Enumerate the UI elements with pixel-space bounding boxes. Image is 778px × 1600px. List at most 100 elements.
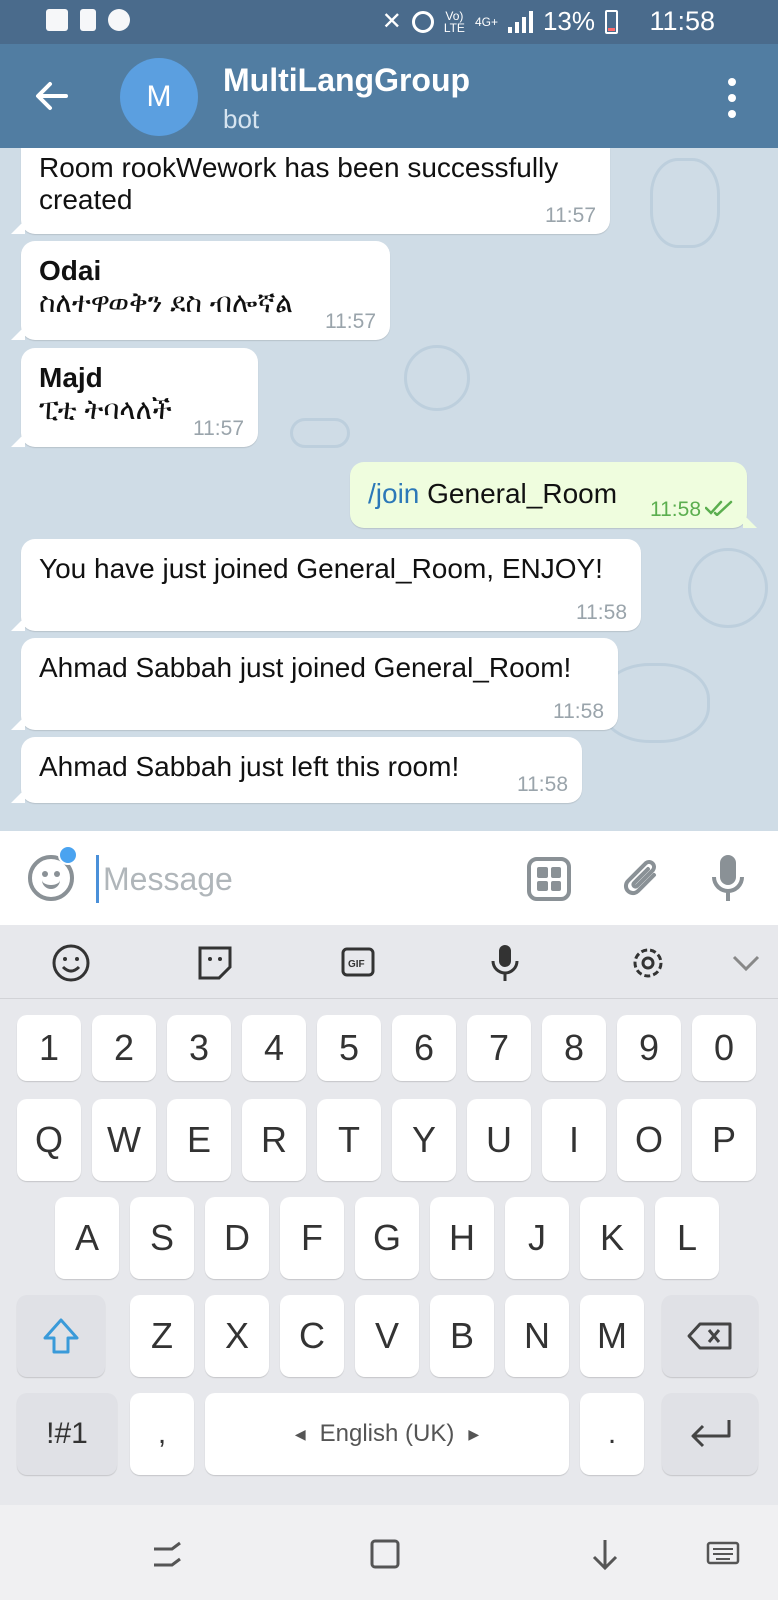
alert-icon — [80, 9, 96, 31]
message-bubble[interactable]: Ahmad Sabbah just left this room! 11:58 — [11, 737, 582, 803]
mute-icon: ✕ — [381, 8, 402, 35]
message-bubble[interactable]: You have just joined General_Room, ENJOY… — [11, 539, 641, 631]
back-arrow-icon[interactable] — [30, 74, 74, 118]
message-time: 11:58 — [576, 601, 627, 624]
key-4[interactable]: 4 — [242, 1015, 306, 1081]
home-icon[interactable] — [368, 1537, 402, 1571]
key-e[interactable]: E — [167, 1099, 231, 1181]
message-text: You have just joined General_Room, ENJOY… — [39, 553, 603, 584]
sticker-icon[interactable] — [195, 943, 235, 983]
message-bubble[interactable]: Odai ስለተዋወቅን ደስ ብሎኛል 11:57 — [11, 241, 390, 340]
space-bar[interactable]: ◀ English (UK) ▶ — [205, 1393, 569, 1475]
key-g[interactable]: G — [355, 1197, 419, 1279]
volte-icon: Vo) LTE — [443, 8, 465, 35]
key-a[interactable]: A — [55, 1197, 119, 1279]
backspace-key[interactable] — [662, 1295, 758, 1377]
key-0[interactable]: 0 — [692, 1015, 756, 1081]
symbols-key[interactable]: !#1 — [17, 1393, 117, 1475]
command-link[interactable]: /join — [368, 478, 419, 509]
key-q[interactable]: Q — [17, 1099, 81, 1181]
chat-title[interactable]: MultiLangGroup — [223, 62, 470, 99]
network-type: 4G+ — [474, 14, 498, 29]
key-h[interactable]: H — [430, 1197, 494, 1279]
more-options-icon[interactable] — [726, 78, 738, 118]
notification-dot — [58, 845, 78, 865]
keyboard-toolbar: GIF — [0, 925, 778, 999]
collapse-icon[interactable] — [726, 943, 766, 983]
key-7[interactable]: 7 — [467, 1015, 531, 1081]
key-c[interactable]: C — [280, 1295, 344, 1377]
message-bubble[interactable]: Ahmad Sabbah just joined General_Room! 1… — [11, 638, 618, 730]
key-x[interactable]: X — [205, 1295, 269, 1377]
key-8[interactable]: 8 — [542, 1015, 606, 1081]
message-time: 11:58 — [517, 773, 568, 796]
key-t[interactable]: T — [317, 1099, 381, 1181]
message-text: ስለተዋወቅን ደስ ብሎኛል — [39, 287, 293, 318]
message-text: Ahmad Sabbah just left this room! — [39, 751, 460, 782]
key-2[interactable]: 2 — [92, 1015, 156, 1081]
outgoing-message-bubble[interactable]: /join General_Room 11:58 — [350, 462, 757, 528]
space-language-label: English (UK) — [319, 1420, 455, 1447]
emoji-icon[interactable] — [51, 943, 91, 983]
background-pattern — [404, 345, 470, 411]
key-i[interactable]: I — [542, 1099, 606, 1181]
message-input[interactable] — [96, 855, 496, 903]
key-k[interactable]: K — [580, 1197, 644, 1279]
key-j[interactable]: J — [505, 1197, 569, 1279]
avatar[interactable]: M — [120, 58, 198, 136]
message-composer — [0, 831, 778, 925]
message-bubble[interactable]: Room rookWework has been successfully cr… — [11, 148, 610, 234]
settings-icon[interactable] — [628, 943, 668, 983]
message-text: General_Room — [427, 478, 618, 509]
message-time: 11:57 — [545, 204, 596, 227]
voice-input-icon[interactable] — [485, 943, 525, 983]
key-u[interactable]: U — [467, 1099, 531, 1181]
key-3[interactable]: 3 — [167, 1015, 231, 1081]
key-6[interactable]: 6 — [392, 1015, 456, 1081]
chat-subtitle: bot — [223, 104, 260, 134]
key-m[interactable]: M — [580, 1295, 644, 1377]
period-key[interactable]: . — [580, 1393, 644, 1475]
enter-key[interactable] — [662, 1393, 758, 1475]
key-v[interactable]: V — [355, 1295, 419, 1377]
key-5[interactable]: 5 — [317, 1015, 381, 1081]
recent-apps-icon[interactable] — [150, 1537, 184, 1571]
back-down-icon[interactable] — [588, 1537, 622, 1571]
enter-icon — [691, 1420, 731, 1448]
battery-percent: 13% — [542, 6, 595, 36]
message-sender: Majd — [39, 362, 103, 393]
attach-icon[interactable] — [620, 855, 664, 903]
backspace-icon — [687, 1322, 732, 1350]
on-screen-keyboard: GIF 1 2 3 4 5 6 7 8 9 0 Q W E R T Y U I … — [0, 925, 778, 1505]
notification-icons — [46, 9, 130, 31]
message-sender: Odai — [39, 255, 102, 286]
signal-icon — [507, 10, 533, 33]
message-list[interactable]: Room rookWework has been successfully cr… — [0, 148, 778, 831]
key-9[interactable]: 9 — [617, 1015, 681, 1081]
key-b[interactable]: B — [430, 1295, 494, 1377]
key-p[interactable]: P — [692, 1099, 756, 1181]
key-1[interactable]: 1 — [17, 1015, 81, 1081]
clock: 11:58 — [649, 6, 715, 36]
key-y[interactable]: Y — [392, 1099, 456, 1181]
key-f[interactable]: F — [280, 1197, 344, 1279]
keyboard-switch-icon[interactable] — [706, 1537, 740, 1571]
microphone-icon[interactable] — [710, 853, 746, 905]
shift-key[interactable] — [17, 1295, 105, 1377]
key-r[interactable]: R — [242, 1099, 306, 1181]
key-o[interactable]: O — [617, 1099, 681, 1181]
message-bubble[interactable]: Majd ፒቲ ትባላለች 11:57 — [11, 348, 258, 447]
comma-key[interactable]: , — [130, 1393, 194, 1475]
status-bar: ✕ Vo) LTE 4G+ 13% 11:58 — [0, 0, 778, 44]
key-s[interactable]: S — [130, 1197, 194, 1279]
bot-keyboard-icon[interactable] — [527, 857, 571, 901]
gif-icon[interactable]: GIF — [340, 943, 380, 983]
key-d[interactable]: D — [205, 1197, 269, 1279]
phone-icon — [108, 9, 130, 31]
key-w[interactable]: W — [92, 1099, 156, 1181]
key-z[interactable]: Z — [130, 1295, 194, 1377]
key-l[interactable]: L — [655, 1197, 719, 1279]
key-n[interactable]: N — [505, 1295, 569, 1377]
message-text: Ahmad Sabbah just joined General_Room! — [39, 652, 572, 683]
background-pattern — [650, 158, 720, 248]
